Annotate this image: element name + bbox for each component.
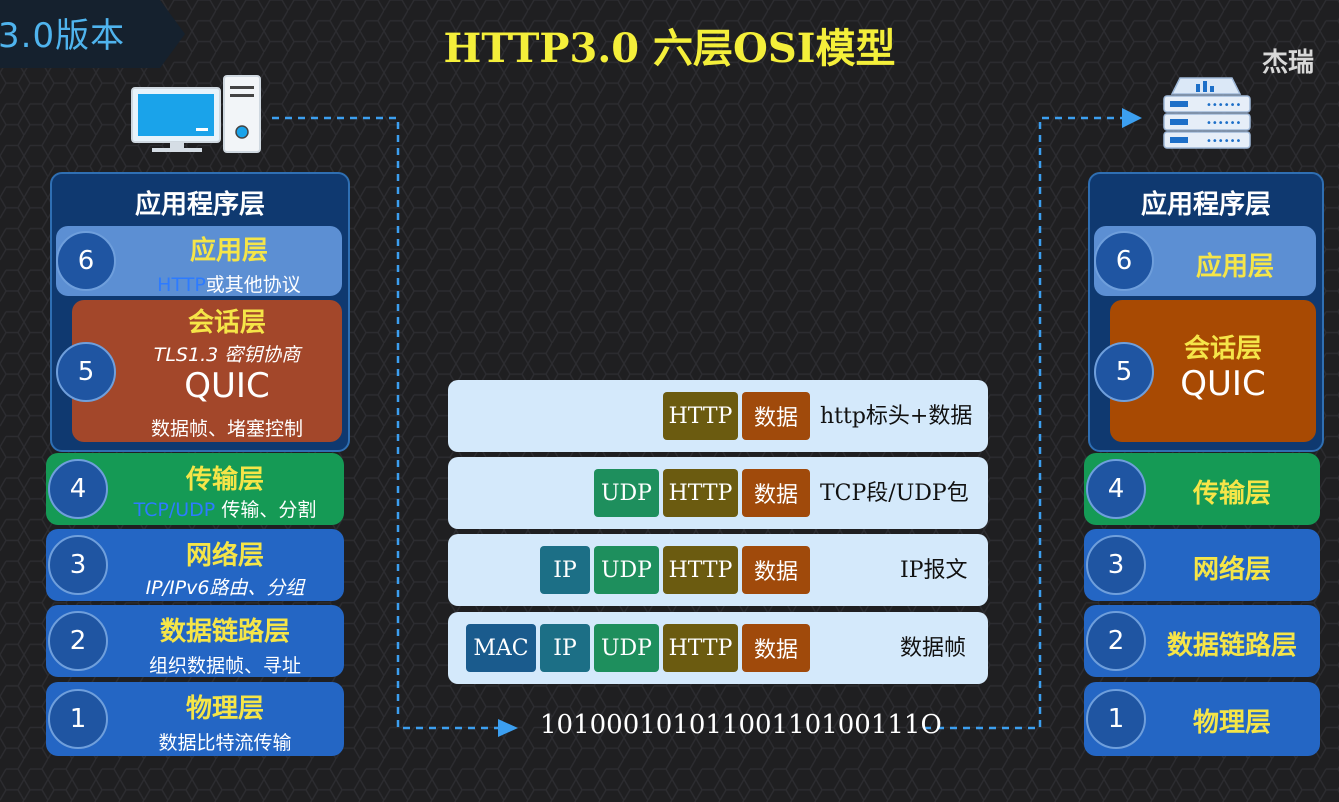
page-title: HTTP3.0 六层OSI模型	[443, 25, 896, 72]
layer-desc: 组织数据帧、寻址	[148, 655, 301, 677]
svg-text:••••••: ••••••	[1206, 136, 1241, 147]
server-layer-2: 2 数据链路层	[1084, 605, 1320, 677]
layer-number: 5	[56, 342, 116, 402]
client-layer-6: 6 应用层 HTTP或其他协议	[56, 226, 342, 296]
client-layer-5: 5 会话层 TLS1.3 密钥协商 QUIC 数据帧、堵塞控制	[56, 300, 342, 442]
layer-name: 应用层	[1195, 252, 1274, 282]
layer-name: 传输层	[1192, 479, 1271, 509]
desc-text: 传输、分割	[215, 499, 317, 521]
packet-label: http标头+数据	[820, 404, 973, 429]
layer-name: 应用层	[189, 236, 268, 266]
protocol-highlight: HTTP	[157, 274, 206, 296]
brand-watermark: 杰瑞	[1262, 48, 1315, 78]
packet-cell-ip: IP	[540, 624, 590, 672]
svg-text:••••••: ••••••	[1206, 118, 1241, 129]
server-layer-6: 6 应用层	[1094, 226, 1316, 296]
packet-cell-udp: UDP	[594, 546, 659, 594]
layer-number: 4	[1086, 459, 1146, 519]
packet-cell-udp: UDP	[594, 624, 659, 672]
packet-label: IP报文	[900, 558, 968, 583]
packet-cell-mac: MAC	[466, 624, 536, 672]
layer-number: 2	[48, 611, 108, 671]
layer-name: 会话层	[187, 308, 266, 338]
layer-desc-2: 数据帧、堵塞控制	[150, 418, 303, 440]
layer-number: 6	[1094, 231, 1154, 291]
layer-name: 数据链路层	[1166, 631, 1297, 661]
packet-cell-data: 数据	[742, 392, 810, 440]
packet-cell-data: 数据	[742, 469, 810, 517]
bitstream-text: 10100010101100110100111O	[540, 710, 942, 740]
desc-text: 或其他协议	[205, 274, 301, 296]
layer-name: 会话层	[1183, 334, 1262, 364]
packet-label: 数据帧	[900, 636, 967, 661]
layer-number: 3	[48, 535, 108, 595]
desktop-computer-icon	[131, 75, 261, 153]
layer-desc: HTTP或其他协议	[116, 270, 342, 297]
server-layer-5: 5 会话层 QUIC	[1094, 300, 1316, 442]
packet-cell-http: HTTP	[663, 469, 738, 517]
layer-number: 1	[1086, 689, 1146, 749]
protocol-name: QUIC	[184, 366, 270, 406]
server-layer-3: 3 网络层	[1084, 529, 1320, 601]
layer-desc: 数据比特流传输	[158, 732, 292, 754]
packet-cell-data: 数据	[742, 546, 810, 594]
client-layer-3: 3 网络层 IP/IPv6路由、分组	[46, 529, 344, 601]
layer-number: 2	[1086, 611, 1146, 671]
group-title: 应用程序层	[1140, 190, 1271, 220]
layer-number: 1	[48, 689, 108, 749]
svg-text:••••••: ••••••	[1206, 100, 1241, 111]
packet-cell-data: 数据	[742, 624, 810, 672]
layer-desc: TLS1.3 密钥协商	[153, 344, 301, 366]
layer-name: 传输层	[185, 465, 264, 495]
packet-row-udp: UDP HTTP 数据 TCP段/UDP包	[448, 457, 988, 529]
packet-row-mac: MAC IP UDP HTTP 数据 数据帧	[448, 612, 988, 684]
server-layer-1: 1 物理层	[1084, 682, 1320, 756]
layer-number: 6	[56, 231, 116, 291]
packet-row-ip: IP UDP HTTP 数据 IP报文	[448, 534, 988, 606]
protocol-highlight: TCP/UDP	[133, 499, 216, 521]
packet-row-http: HTTP 数据 http标头+数据	[448, 380, 988, 452]
protocol-name: QUIC	[1180, 364, 1266, 404]
client-layer-2: 2 数据链路层 组织数据帧、寻址	[46, 605, 344, 677]
layer-number: 3	[1086, 535, 1146, 595]
layer-name: 网络层	[1192, 555, 1271, 585]
server-icon: •••••• •••••• ••••••	[1163, 77, 1251, 149]
layer-name: 数据链路层	[159, 617, 290, 647]
packet-label: TCP段/UDP包	[820, 481, 969, 506]
packet-cell-udp: UDP	[594, 469, 659, 517]
layer-desc: IP/IPv6路由、分组	[145, 577, 305, 599]
layer-desc: TCP/UDP 传输、分割	[106, 495, 344, 522]
group-title: 应用程序层	[134, 190, 265, 220]
layer-name: 物理层	[1192, 708, 1271, 738]
client-layer-1: 1 物理层 数据比特流传输	[46, 682, 344, 756]
layer-name: 网络层	[185, 541, 264, 571]
packet-cell-http: HTTP	[663, 546, 738, 594]
packet-cell-http: HTTP	[663, 624, 738, 672]
packet-cell-http: HTTP	[663, 392, 738, 440]
packet-cell-ip: IP	[540, 546, 590, 594]
layer-number: 4	[48, 459, 108, 519]
layer-name: 物理层	[185, 694, 264, 724]
client-layer-4: 4 传输层 TCP/UDP 传输、分割	[46, 453, 344, 525]
server-layer-4: 4 传输层	[1084, 453, 1320, 525]
